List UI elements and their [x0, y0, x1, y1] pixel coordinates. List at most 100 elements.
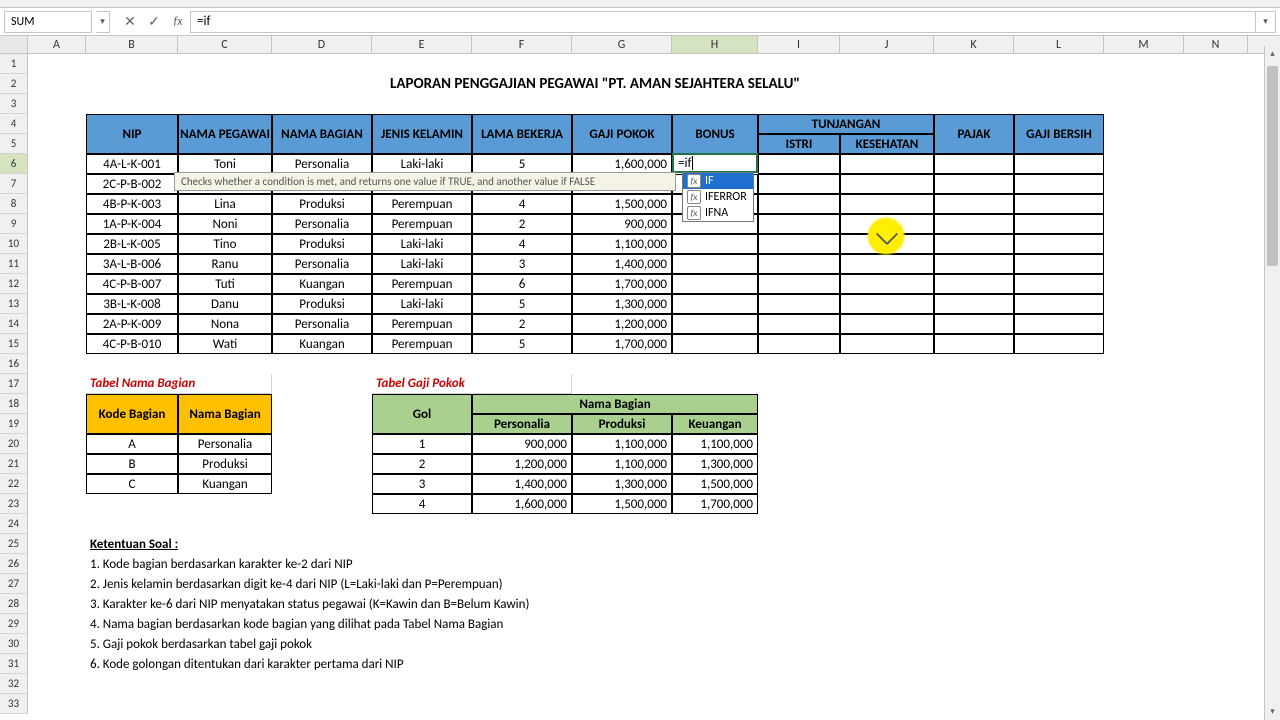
cell-F6[interactable]: 5: [472, 154, 572, 174]
select-all-corner[interactable]: [0, 36, 28, 53]
row-header-3[interactable]: 3: [0, 94, 28, 114]
cell-D9[interactable]: Personalia: [272, 214, 372, 234]
cell-J14[interactable]: [840, 314, 934, 334]
row-header-17[interactable]: 17: [0, 374, 28, 394]
cell-K13[interactable]: [934, 294, 1014, 314]
name-box-dropdown[interactable]: ▾: [96, 11, 110, 33]
cell-I4[interactable]: TUNJANGAN: [758, 114, 934, 134]
row-header-16[interactable]: 16: [0, 354, 28, 374]
col-header-N[interactable]: N: [1184, 36, 1248, 53]
cell-E8[interactable]: Perempuan: [372, 194, 472, 214]
cell-B26[interactable]: 1. Kode bagian berdasarkan karakter ke-2…: [86, 554, 840, 574]
cell-G8[interactable]: 1,500,000: [572, 194, 672, 214]
cell-H10[interactable]: [672, 234, 758, 254]
cell-H12[interactable]: [672, 274, 758, 294]
active-cell[interactable]: =if: [672, 153, 758, 173]
cell-E15[interactable]: Perempuan: [372, 334, 472, 354]
cell-D13[interactable]: Produksi: [272, 294, 372, 314]
vertical-scrollbar[interactable]: ▴ ▾: [1264, 46, 1280, 720]
cell-I10[interactable]: [758, 234, 840, 254]
row-header-10[interactable]: 10: [0, 234, 28, 254]
col-header-K[interactable]: K: [934, 36, 1014, 53]
cell-I15[interactable]: [758, 334, 840, 354]
cell-C12[interactable]: Tuti: [178, 274, 272, 294]
cell-B25[interactable]: Ketentuan Soal :: [86, 534, 372, 554]
cell-H22[interactable]: 1,500,000: [672, 474, 758, 494]
cell-F22[interactable]: 1,400,000: [472, 474, 572, 494]
cell-L6[interactable]: [1014, 154, 1104, 174]
cell-B31[interactable]: 6. Kode golongan ditentukan dari karakte…: [86, 654, 840, 674]
cell-G20[interactable]: 1,100,000: [572, 434, 672, 454]
cell-H15[interactable]: [672, 334, 758, 354]
cell-C10[interactable]: Tino: [178, 234, 272, 254]
cell-G22[interactable]: 1,300,000: [572, 474, 672, 494]
row-header-18[interactable]: 18: [0, 394, 28, 414]
cell-L14[interactable]: [1014, 314, 1104, 334]
cell-G15[interactable]: 1,700,000: [572, 334, 672, 354]
cell-L4[interactable]: GAJI BERSIH: [1014, 114, 1104, 154]
cell-C9[interactable]: Noni: [178, 214, 272, 234]
cell-H20[interactable]: 1,100,000: [672, 434, 758, 454]
col-header-E[interactable]: E: [372, 36, 472, 53]
cell-J8[interactable]: [840, 194, 934, 214]
row-header-23[interactable]: 23: [0, 494, 28, 514]
cell-I14[interactable]: [758, 314, 840, 334]
row-header-26[interactable]: 26: [0, 554, 28, 574]
cell-K11[interactable]: [934, 254, 1014, 274]
cell-F8[interactable]: 4: [472, 194, 572, 214]
cell-E11[interactable]: Laki-laki: [372, 254, 472, 274]
cell-F19[interactable]: Personalia: [472, 414, 572, 434]
cell-E9[interactable]: Perempuan: [372, 214, 472, 234]
cell-E20[interactable]: 1: [372, 434, 472, 454]
cell-L15[interactable]: [1014, 334, 1104, 354]
cell-H21[interactable]: 1,300,000: [672, 454, 758, 474]
cell-L12[interactable]: [1014, 274, 1104, 294]
cell-C18[interactable]: Nama Bagian: [178, 394, 272, 434]
cell-F18[interactable]: Nama Bagian: [472, 394, 758, 414]
row-header-13[interactable]: 13: [0, 294, 28, 314]
cell-G12[interactable]: 1,700,000: [572, 274, 672, 294]
cell-G10[interactable]: 1,100,000: [572, 234, 672, 254]
row-header-2[interactable]: 2: [0, 74, 28, 94]
cell-K10[interactable]: [934, 234, 1014, 254]
cell-F9[interactable]: 2: [472, 214, 572, 234]
formula-bar-expand[interactable]: ▾: [1256, 11, 1276, 33]
cell-F10[interactable]: 4: [472, 234, 572, 254]
cell-I9[interactable]: [758, 214, 840, 234]
cell-C15[interactable]: Wati: [178, 334, 272, 354]
cell-E13[interactable]: Laki-laki: [372, 294, 472, 314]
row-header-33[interactable]: 33: [0, 694, 28, 714]
row-header-11[interactable]: 11: [0, 254, 28, 274]
cell-L7[interactable]: [1014, 174, 1104, 194]
cell-C22[interactable]: Kuangan: [178, 474, 272, 494]
row-header-29[interactable]: 29: [0, 614, 28, 634]
cell-K6[interactable]: [934, 154, 1014, 174]
cell-B22[interactable]: C: [86, 474, 178, 494]
cell-F23[interactable]: 1,600,000: [472, 494, 572, 514]
cell-F4[interactable]: LAMA BEKERJA: [472, 114, 572, 154]
col-header-A[interactable]: A: [28, 36, 86, 53]
cell-E21[interactable]: 2: [372, 454, 472, 474]
col-header-D[interactable]: D: [272, 36, 372, 53]
col-header-G[interactable]: G: [572, 36, 672, 53]
cell-F21[interactable]: 1,200,000: [472, 454, 572, 474]
cell-C14[interactable]: Nona: [178, 314, 272, 334]
cell-B8[interactable]: 4B-P-K-003: [86, 194, 178, 214]
cell-F20[interactable]: 900,000: [472, 434, 572, 454]
row-header-1[interactable]: 1: [0, 54, 28, 74]
cancel-formula-icon[interactable]: ✕: [118, 11, 142, 33]
autocomplete-item-if[interactable]: fxIF: [683, 173, 753, 189]
scroll-down-icon[interactable]: ▾: [1265, 704, 1280, 720]
cell-B28[interactable]: 3. Karakter ke-6 dari NIP menyatakan sta…: [86, 594, 840, 614]
cell-B21[interactable]: B: [86, 454, 178, 474]
cell-I12[interactable]: [758, 274, 840, 294]
cell-B10[interactable]: 2B-L-K-005: [86, 234, 178, 254]
cell-C11[interactable]: Ranu: [178, 254, 272, 274]
fx-icon[interactable]: fx: [166, 11, 190, 33]
scroll-thumb[interactable]: [1267, 66, 1278, 266]
cell-G23[interactable]: 1,500,000: [572, 494, 672, 514]
row-header-9[interactable]: 9: [0, 214, 28, 234]
cell-E17[interactable]: Tabel Gaji Pokok: [372, 374, 572, 394]
cell-B13[interactable]: 3B-L-K-008: [86, 294, 178, 314]
col-header-C[interactable]: C: [178, 36, 272, 53]
